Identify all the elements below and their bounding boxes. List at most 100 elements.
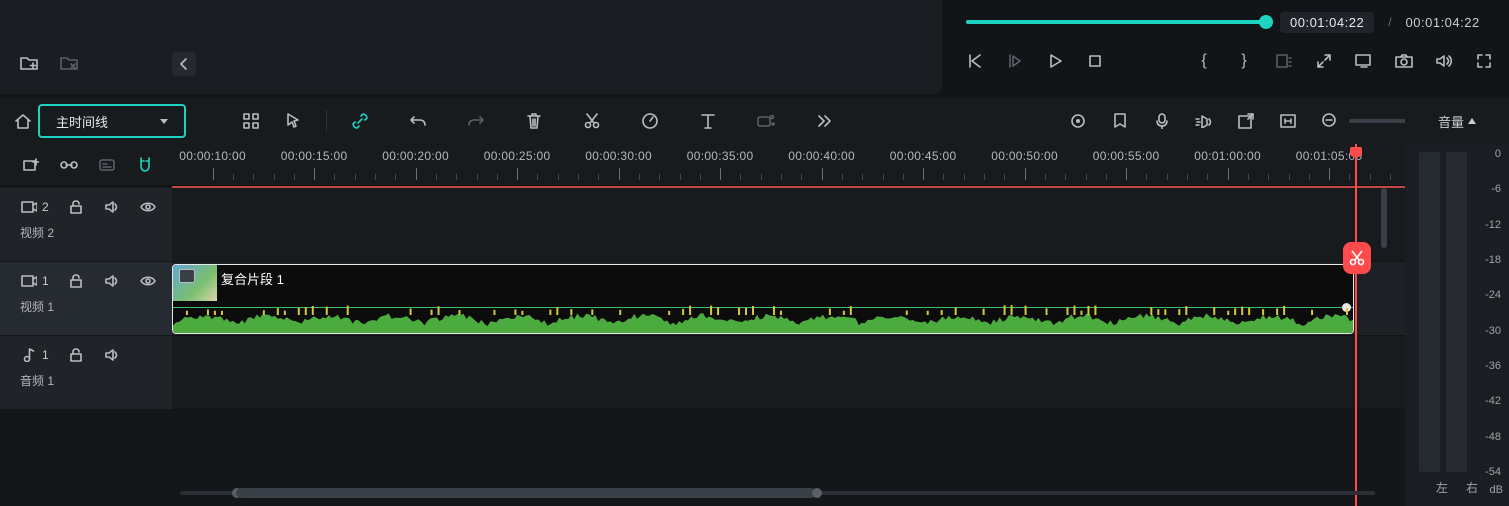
record-vo-icon[interactable] — [1069, 112, 1087, 130]
ruler-label: 00:00:40:00 — [788, 149, 855, 163]
timeline-panel: 00:00:10:0000:00:15:0000:00:20:0000:00:2… — [0, 144, 1405, 506]
track-lane-video-2[interactable] — [172, 188, 1405, 262]
horizontal-scrollbar[interactable] — [180, 488, 1375, 498]
triangle-up-icon — [1468, 118, 1476, 124]
track-head-video-1[interactable]: 1 视频 1 — [0, 262, 172, 336]
text-tool-icon[interactable] — [699, 112, 717, 130]
home-icon[interactable] — [14, 112, 32, 130]
mute-track-icon[interactable] — [103, 272, 121, 290]
media-pool-panel — [0, 0, 942, 94]
prev-frame-button[interactable] — [966, 52, 984, 70]
viewer-controls: 00:01:04:22 / 00:01:04:22 { } — [942, 0, 1509, 94]
ruler-label: 00:00:15:00 — [281, 149, 348, 163]
mute-track-icon[interactable] — [103, 346, 121, 364]
audio-meter-panel: 0-6-12-18-24-30-36-42-48-54 左 右 dB — [1405, 144, 1509, 506]
ruler-label: 00:00:55:00 — [1093, 149, 1160, 163]
video-track-icon — [20, 272, 38, 290]
magnet-icon[interactable] — [136, 156, 154, 174]
timeline-dropdown[interactable]: 主时间线 — [38, 104, 186, 138]
corner-expand-icon[interactable] — [1315, 52, 1333, 70]
time-ruler[interactable]: 00:00:10:0000:00:15:0000:00:20:0000:00:2… — [172, 144, 1405, 186]
meter-left-label: 左 — [1436, 479, 1448, 496]
audio-meter-scale: 0-6-12-18-24-30-36-42-48-54 — [1475, 154, 1501, 472]
ruler-label: 00:01:00:00 — [1194, 149, 1261, 163]
ruler-label: 00:00:50:00 — [991, 149, 1058, 163]
meter-tick: -54 — [1485, 466, 1501, 478]
folder-new-icon[interactable] — [20, 54, 38, 72]
undo-icon[interactable] — [409, 112, 427, 130]
snapshot-icon[interactable] — [1395, 52, 1413, 70]
track-lane-video-1[interactable]: 复合片段 1 — [172, 262, 1405, 336]
timecode-current[interactable]: 00:01:04:22 — [1280, 12, 1374, 33]
track-index: 2 — [42, 200, 49, 214]
lock-icon[interactable] — [67, 272, 85, 290]
play-to-out-button[interactable] — [1006, 52, 1024, 70]
fullscreen-icon[interactable] — [1475, 52, 1493, 70]
link-tracks-icon[interactable] — [60, 156, 78, 174]
mark-out-icon[interactable]: } — [1235, 52, 1253, 70]
panel-back-button[interactable] — [172, 52, 196, 76]
fit-timeline-icon[interactable] — [1279, 112, 1297, 130]
mute-icon[interactable] — [1435, 52, 1453, 70]
folder-remove-icon[interactable] — [60, 54, 78, 72]
lock-icon[interactable] — [67, 198, 85, 216]
clip-compound-1[interactable]: 复合片段 1 — [172, 264, 1354, 334]
meter-tick: -30 — [1485, 325, 1501, 337]
volume-panel-label: 音量 — [1438, 112, 1464, 131]
play-button[interactable] — [1046, 52, 1064, 70]
ruler-label: 00:00:35:00 — [687, 149, 754, 163]
grid-view-icon[interactable] — [242, 112, 260, 130]
more-tools-icon[interactable] — [815, 112, 833, 130]
volume-panel-header[interactable]: 音量 — [1405, 98, 1509, 144]
cut-icon[interactable] — [583, 112, 601, 130]
mic-icon[interactable] — [1153, 112, 1171, 130]
export-frame-icon[interactable] — [1237, 112, 1255, 130]
track-head-video-2[interactable]: 2 视频 2 — [0, 188, 172, 262]
add-track-icon[interactable] — [22, 156, 40, 174]
timeline-dropdown-label: 主时间线 — [56, 112, 108, 131]
marker-icon[interactable] — [1111, 112, 1129, 130]
delete-icon[interactable] — [525, 112, 543, 130]
ruler-label: 00:00:30:00 — [585, 149, 652, 163]
clip-title: 复合片段 1 — [221, 269, 284, 288]
track-label: 视频 1 — [20, 298, 160, 315]
link-icon[interactable] — [351, 112, 369, 130]
audio-sync-icon[interactable] — [1195, 112, 1213, 130]
playhead[interactable] — [1355, 144, 1357, 506]
audio-meter-bars — [1419, 152, 1467, 472]
visible-icon[interactable] — [139, 272, 157, 290]
ruler-label: 00:00:45:00 — [890, 149, 957, 163]
meter-db-label: dB — [1490, 484, 1503, 496]
caret-down-icon — [160, 119, 168, 124]
razor-handle[interactable] — [1343, 242, 1371, 274]
speed-icon[interactable] — [641, 112, 659, 130]
compound-clip-icon — [179, 269, 195, 283]
ruler-label: 00:00:10:00 — [179, 149, 246, 163]
redo-icon[interactable] — [467, 112, 485, 130]
meter-tick: -6 — [1491, 183, 1501, 195]
mute-track-icon[interactable] — [103, 198, 121, 216]
visible-icon[interactable] — [139, 198, 157, 216]
stop-button[interactable] — [1086, 52, 1104, 70]
lock-icon[interactable] — [67, 346, 85, 364]
zoom-out-icon[interactable] — [1321, 112, 1339, 130]
vertical-scrollbar[interactable] — [1381, 188, 1387, 248]
meter-right-label: 右 — [1466, 479, 1478, 496]
marker-panel-icon[interactable] — [1275, 52, 1293, 70]
meter-tick: -18 — [1485, 254, 1501, 266]
track-head-audio-1[interactable]: 1 音频 1 — [0, 336, 172, 410]
timecode-separator: / — [1388, 15, 1391, 29]
meter-tick: -36 — [1485, 360, 1501, 372]
clip-waveform — [173, 297, 1353, 333]
audio-track-icon — [20, 346, 38, 364]
subtitle-track-icon[interactable] — [98, 156, 116, 174]
meter-tick: -42 — [1485, 395, 1501, 407]
external-monitor-icon[interactable] — [1355, 52, 1373, 70]
track-index: 1 — [42, 348, 49, 362]
meter-tick: -48 — [1485, 431, 1501, 443]
playback-progress[interactable] — [966, 20, 1266, 24]
effects-icon[interactable] — [757, 112, 775, 130]
mark-in-icon[interactable]: { — [1195, 52, 1213, 70]
track-lane-audio-1[interactable] — [172, 336, 1405, 410]
pointer-tool-icon[interactable] — [284, 112, 302, 130]
